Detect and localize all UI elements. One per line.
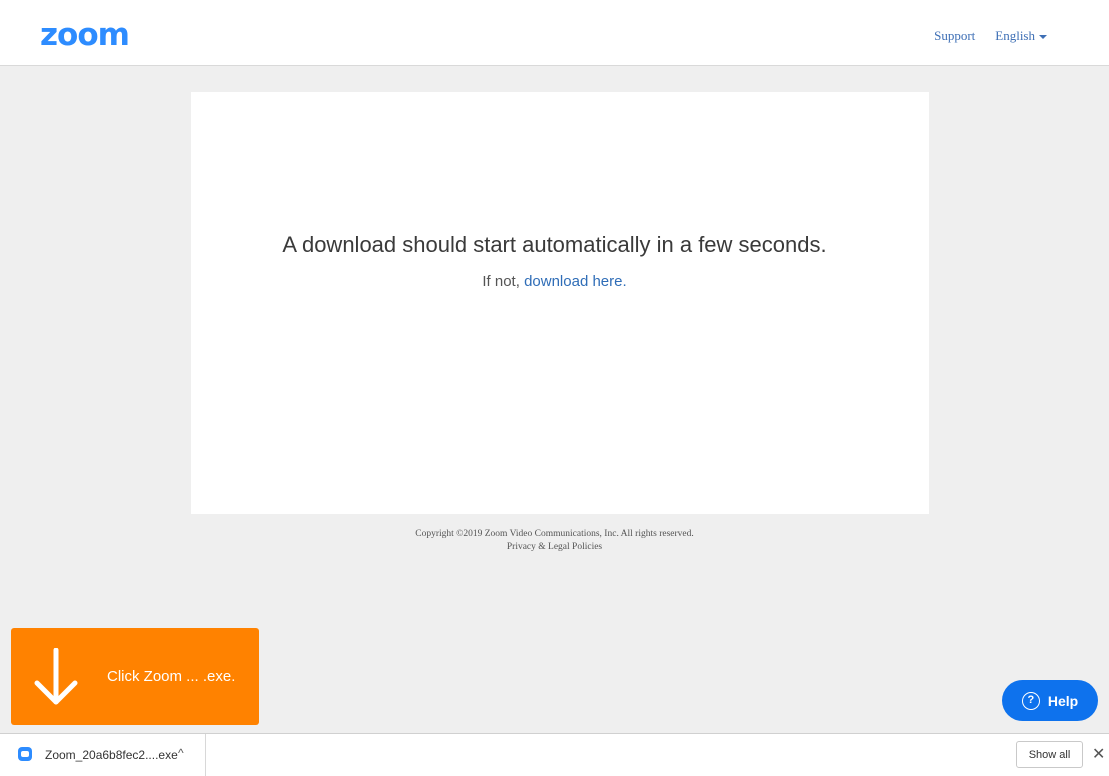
download-fallback: If not, download here. — [0, 273, 1109, 290]
copyright-text: Copyright ©2019 Zoom Video Communication… — [415, 529, 694, 539]
privacy-policies-link[interactable]: Privacy & Legal Policies — [0, 541, 1109, 554]
download-item[interactable]: Zoom_20a6b8fec2....exe ^ — [0, 734, 206, 776]
download-here-link[interactable]: download here. — [524, 273, 627, 290]
zoom-file-icon — [18, 747, 32, 761]
support-link[interactable]: Support — [934, 28, 975, 44]
show-all-button[interactable]: Show all — [1016, 741, 1083, 768]
footer: Copyright ©2019 Zoom Video Communication… — [0, 528, 1109, 554]
download-headline: A download should start automatically in… — [282, 232, 827, 257]
language-selector[interactable]: English — [995, 28, 1047, 44]
help-label: Help — [1047, 692, 1079, 709]
top-nav: Support English — [934, 28, 1047, 44]
help-icon: ? — [1021, 691, 1040, 710]
help-button[interactable]: ? Help — [1002, 680, 1098, 721]
zoom-logo[interactable]: zoom — [40, 16, 130, 54]
arrow-down-icon — [34, 648, 78, 705]
fallback-prefix: If not, — [482, 273, 520, 290]
download-card — [191, 92, 929, 514]
caret-down-icon — [1039, 35, 1047, 39]
chevron-up-icon[interactable]: ^ — [178, 746, 184, 760]
language-label: English — [995, 28, 1035, 43]
download-hint-text: Click Zoom ... .exe. — [107, 668, 236, 685]
top-bar: zoom Support English — [0, 0, 1109, 66]
download-file-name: Zoom_20a6b8fec2....exe — [45, 748, 178, 762]
download-shelf: Zoom_20a6b8fec2....exe ^ Show all ✕ — [0, 733, 1109, 776]
close-icon[interactable]: ✕ — [1092, 744, 1105, 764]
download-hint-banner: Click Zoom ... .exe. — [11, 628, 259, 725]
